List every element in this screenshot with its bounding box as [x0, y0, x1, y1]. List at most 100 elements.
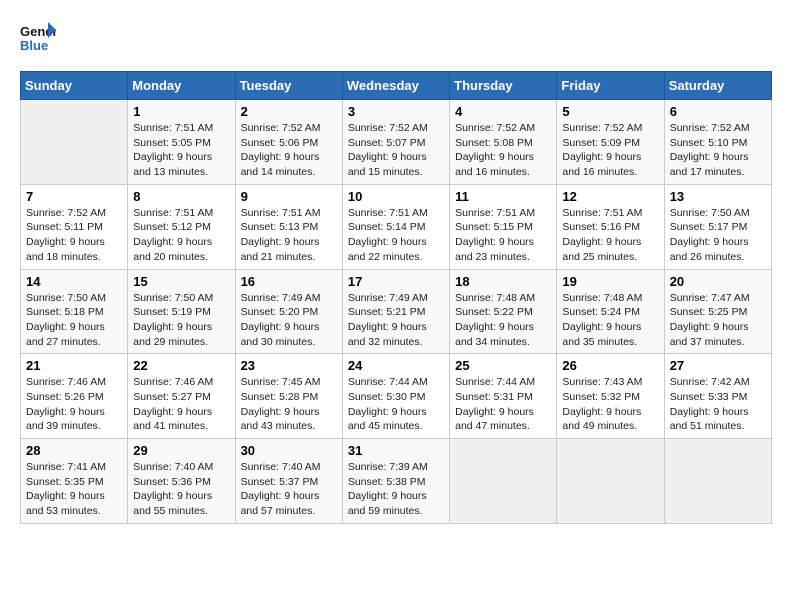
logo: General Blue	[20, 20, 56, 61]
day-info: Sunrise: 7:51 AM Sunset: 5:13 PM Dayligh…	[241, 206, 337, 265]
calendar-cell: 11 Sunrise: 7:51 AM Sunset: 5:15 PM Dayli…	[450, 184, 557, 269]
day-number: 3	[348, 104, 444, 119]
day-number: 21	[26, 358, 122, 373]
calendar-cell: 3 Sunrise: 7:52 AM Sunset: 5:07 PM Daylig…	[342, 100, 449, 185]
calendar-cell: 5 Sunrise: 7:52 AM Sunset: 5:09 PM Daylig…	[557, 100, 664, 185]
day-number: 25	[455, 358, 551, 373]
day-number: 9	[241, 189, 337, 204]
day-number: 10	[348, 189, 444, 204]
day-number: 19	[562, 274, 658, 289]
day-number: 5	[562, 104, 658, 119]
day-info: Sunrise: 7:40 AM Sunset: 5:36 PM Dayligh…	[133, 460, 229, 519]
day-number: 28	[26, 443, 122, 458]
day-info: Sunrise: 7:46 AM Sunset: 5:26 PM Dayligh…	[26, 375, 122, 434]
calendar-cell: 4 Sunrise: 7:52 AM Sunset: 5:08 PM Daylig…	[450, 100, 557, 185]
day-number: 17	[348, 274, 444, 289]
day-number: 14	[26, 274, 122, 289]
calendar-cell	[21, 100, 128, 185]
day-number: 16	[241, 274, 337, 289]
logo-icon: General Blue	[20, 20, 56, 56]
day-info: Sunrise: 7:44 AM Sunset: 5:30 PM Dayligh…	[348, 375, 444, 434]
day-number: 15	[133, 274, 229, 289]
day-info: Sunrise: 7:52 AM Sunset: 5:06 PM Dayligh…	[241, 121, 337, 180]
calendar-cell: 12Sunrise: 7:51 AM Sunset: 5:16 PM Dayli…	[557, 184, 664, 269]
calendar-cell: 8 Sunrise: 7:51 AM Sunset: 5:12 PM Daylig…	[128, 184, 235, 269]
day-number: 6	[670, 104, 766, 119]
day-number: 7	[26, 189, 122, 204]
column-header-thursday: Thursday	[450, 72, 557, 100]
day-number: 2	[241, 104, 337, 119]
calendar-week-3: 14Sunrise: 7:50 AM Sunset: 5:18 PM Dayli…	[21, 269, 772, 354]
day-number: 1	[133, 104, 229, 119]
calendar-cell: 7Sunrise: 7:52 AM Sunset: 5:11 PM Daylig…	[21, 184, 128, 269]
day-number: 22	[133, 358, 229, 373]
calendar-cell: 20 Sunrise: 7:47 AM Sunset: 5:25 PM Dayli…	[664, 269, 771, 354]
day-info: Sunrise: 7:45 AM Sunset: 5:28 PM Dayligh…	[241, 375, 337, 434]
day-info: Sunrise: 7:51 AM Sunset: 5:16 PM Dayligh…	[562, 206, 658, 265]
calendar-cell	[664, 439, 771, 524]
calendar-cell: 27 Sunrise: 7:42 AM Sunset: 5:33 PM Dayli…	[664, 354, 771, 439]
calendar-week-5: 28Sunrise: 7:41 AM Sunset: 5:35 PM Dayli…	[21, 439, 772, 524]
calendar-cell: 23 Sunrise: 7:45 AM Sunset: 5:28 PM Dayli…	[235, 354, 342, 439]
day-info: Sunrise: 7:42 AM Sunset: 5:33 PM Dayligh…	[670, 375, 766, 434]
day-number: 8	[133, 189, 229, 204]
day-number: 18	[455, 274, 551, 289]
day-number: 11	[455, 189, 551, 204]
day-info: Sunrise: 7:52 AM Sunset: 5:10 PM Dayligh…	[670, 121, 766, 180]
calendar-cell: 25 Sunrise: 7:44 AM Sunset: 5:31 PM Dayli…	[450, 354, 557, 439]
svg-text:Blue: Blue	[20, 38, 48, 53]
calendar-cell: 6 Sunrise: 7:52 AM Sunset: 5:10 PM Daylig…	[664, 100, 771, 185]
day-info: Sunrise: 7:40 AM Sunset: 5:37 PM Dayligh…	[241, 460, 337, 519]
calendar-cell: 28Sunrise: 7:41 AM Sunset: 5:35 PM Dayli…	[21, 439, 128, 524]
column-header-tuesday: Tuesday	[235, 72, 342, 100]
column-header-saturday: Saturday	[664, 72, 771, 100]
day-number: 24	[348, 358, 444, 373]
day-info: Sunrise: 7:46 AM Sunset: 5:27 PM Dayligh…	[133, 375, 229, 434]
calendar-cell: 16 Sunrise: 7:49 AM Sunset: 5:20 PM Dayli…	[235, 269, 342, 354]
calendar-cell: 15 Sunrise: 7:50 AM Sunset: 5:19 PM Dayli…	[128, 269, 235, 354]
calendar-cell: 17Sunrise: 7:49 AM Sunset: 5:21 PM Dayli…	[342, 269, 449, 354]
day-info: Sunrise: 7:50 AM Sunset: 5:19 PM Dayligh…	[133, 291, 229, 350]
day-number: 26	[562, 358, 658, 373]
day-number: 29	[133, 443, 229, 458]
calendar-cell: 22 Sunrise: 7:46 AM Sunset: 5:27 PM Dayli…	[128, 354, 235, 439]
calendar-cell: 14Sunrise: 7:50 AM Sunset: 5:18 PM Dayli…	[21, 269, 128, 354]
day-number: 13	[670, 189, 766, 204]
day-number: 23	[241, 358, 337, 373]
calendar-week-4: 21 Sunrise: 7:46 AM Sunset: 5:26 PM Dayli…	[21, 354, 772, 439]
day-number: 20	[670, 274, 766, 289]
page-header: General Blue	[20, 20, 772, 61]
day-info: Sunrise: 7:39 AM Sunset: 5:38 PM Dayligh…	[348, 460, 444, 519]
day-info: Sunrise: 7:51 AM Sunset: 5:15 PM Dayligh…	[455, 206, 551, 265]
calendar-cell: 21 Sunrise: 7:46 AM Sunset: 5:26 PM Dayli…	[21, 354, 128, 439]
calendar-cell: 24 Sunrise: 7:44 AM Sunset: 5:30 PM Dayli…	[342, 354, 449, 439]
calendar-header: SundayMondayTuesdayWednesdayThursdayFrid…	[21, 72, 772, 100]
day-info: Sunrise: 7:44 AM Sunset: 5:31 PM Dayligh…	[455, 375, 551, 434]
day-info: Sunrise: 7:51 AM Sunset: 5:12 PM Dayligh…	[133, 206, 229, 265]
calendar-cell: 13Sunrise: 7:50 AM Sunset: 5:17 PM Dayli…	[664, 184, 771, 269]
calendar-cell	[450, 439, 557, 524]
calendar-cell: 1 Sunrise: 7:51 AM Sunset: 5:05 PM Daylig…	[128, 100, 235, 185]
day-number: 30	[241, 443, 337, 458]
day-info: Sunrise: 7:52 AM Sunset: 5:09 PM Dayligh…	[562, 121, 658, 180]
calendar-week-2: 7Sunrise: 7:52 AM Sunset: 5:11 PM Daylig…	[21, 184, 772, 269]
calendar-cell: 9 Sunrise: 7:51 AM Sunset: 5:13 PM Daylig…	[235, 184, 342, 269]
day-info: Sunrise: 7:51 AM Sunset: 5:05 PM Dayligh…	[133, 121, 229, 180]
day-info: Sunrise: 7:51 AM Sunset: 5:14 PM Dayligh…	[348, 206, 444, 265]
day-number: 27	[670, 358, 766, 373]
day-number: 31	[348, 443, 444, 458]
calendar-table: SundayMondayTuesdayWednesdayThursdayFrid…	[20, 71, 772, 524]
column-header-sunday: Sunday	[21, 72, 128, 100]
calendar-cell: 2 Sunrise: 7:52 AM Sunset: 5:06 PM Daylig…	[235, 100, 342, 185]
day-info: Sunrise: 7:49 AM Sunset: 5:20 PM Dayligh…	[241, 291, 337, 350]
day-info: Sunrise: 7:52 AM Sunset: 5:07 PM Dayligh…	[348, 121, 444, 180]
column-header-wednesday: Wednesday	[342, 72, 449, 100]
day-info: Sunrise: 7:47 AM Sunset: 5:25 PM Dayligh…	[670, 291, 766, 350]
day-info: Sunrise: 7:52 AM Sunset: 5:08 PM Dayligh…	[455, 121, 551, 180]
day-info: Sunrise: 7:48 AM Sunset: 5:22 PM Dayligh…	[455, 291, 551, 350]
calendar-week-1: 1 Sunrise: 7:51 AM Sunset: 5:05 PM Daylig…	[21, 100, 772, 185]
calendar-cell: 10 Sunrise: 7:51 AM Sunset: 5:14 PM Dayli…	[342, 184, 449, 269]
day-number: 4	[455, 104, 551, 119]
calendar-cell	[557, 439, 664, 524]
calendar-cell: 29 Sunrise: 7:40 AM Sunset: 5:36 PM Dayli…	[128, 439, 235, 524]
